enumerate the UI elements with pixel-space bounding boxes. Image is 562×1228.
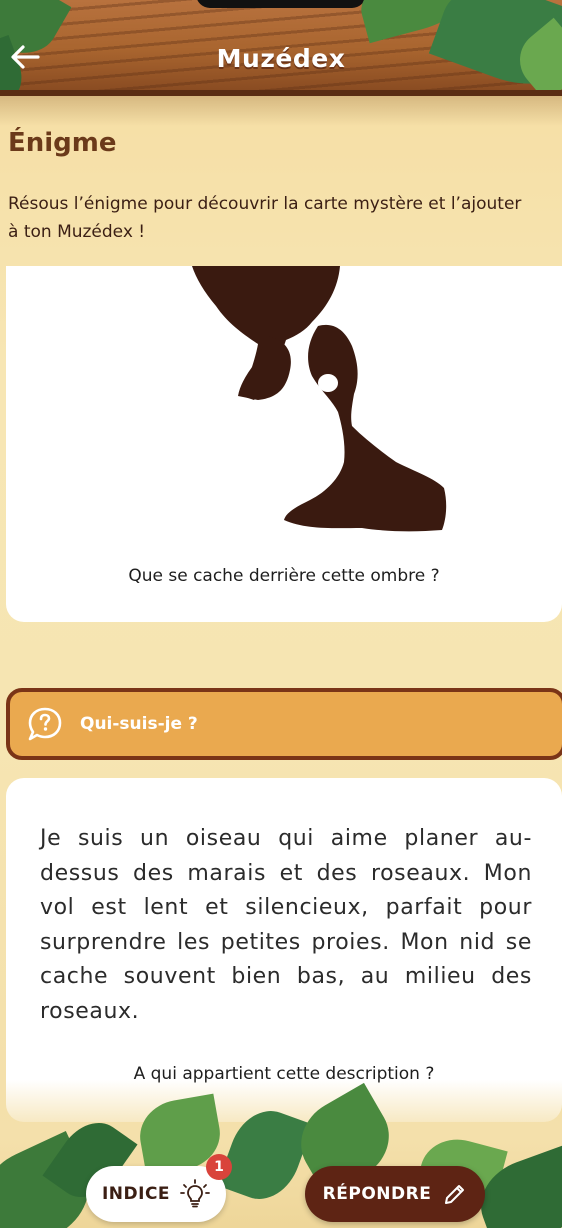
bird-silhouette-image	[192, 266, 447, 532]
description-card: Je suis un oiseau qui aime planer au-des…	[6, 778, 562, 1122]
intro-text: Résous l’énigme pour découvrir la carte …	[8, 190, 562, 246]
intro-line: Résous l’énigme pour découvrir la carte …	[8, 194, 522, 214]
header-shadow	[0, 96, 562, 126]
section-title: Énigme	[8, 128, 117, 158]
question-bubble-icon	[28, 707, 62, 741]
page-title: Muzédex	[216, 44, 346, 73]
shadow-riddle-card: Que se cache derrière cette ombre ?	[6, 266, 562, 622]
shadow-question: Que se cache derrière cette ombre ?	[128, 566, 440, 586]
answer-button[interactable]: RÉPONDRE	[305, 1166, 485, 1222]
lightbulb-icon	[180, 1179, 210, 1208]
app-header: Muzédex	[0, 0, 562, 96]
riddle-banner: Qui-suis-je ?	[6, 688, 562, 760]
jungle-leaf-decoration	[216, 1100, 314, 1210]
hint-button[interactable]: INDICE	[86, 1166, 226, 1222]
riddle-banner-label: Qui-suis-je ?	[80, 714, 198, 734]
hint-count-badge: 1	[206, 1154, 232, 1180]
intro-line: à ton Muzédex !	[8, 222, 146, 242]
hint-button-label: INDICE	[101, 1184, 171, 1204]
answer-button-label: RÉPONDRE	[322, 1184, 432, 1204]
device-notch	[196, 0, 366, 8]
riddle-description: Je suis un oiseau qui aime planer au-des…	[40, 826, 532, 1024]
pencil-icon	[445, 1185, 465, 1204]
